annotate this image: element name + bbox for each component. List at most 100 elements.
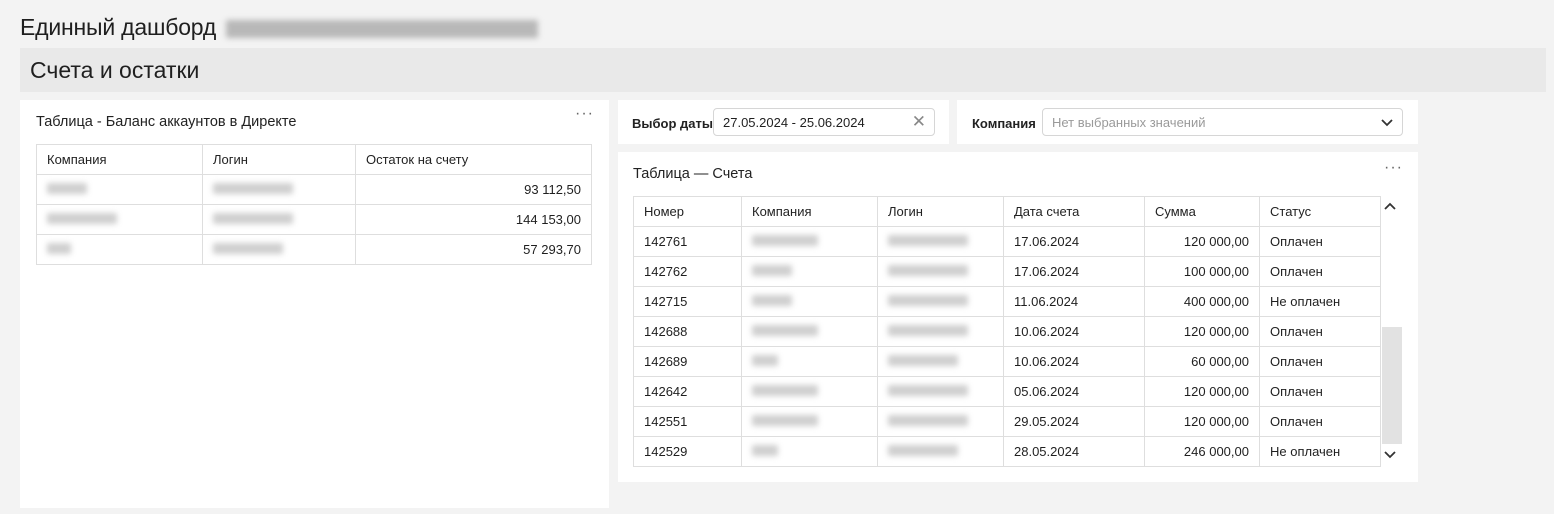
redacted-company	[752, 265, 792, 276]
login-cell	[877, 286, 1004, 317]
login-cell	[877, 376, 1004, 407]
section-title: Счета и остатки	[30, 56, 200, 83]
column-header-number[interactable]: Номер	[633, 196, 742, 227]
company-cell	[741, 406, 878, 437]
column-header-login[interactable]: Логин	[202, 144, 356, 175]
date-cell: 10.06.2024	[1003, 346, 1145, 377]
invoices-table-title: Таблица — Счета	[633, 166, 753, 182]
more-dots-icon[interactable]: ···	[575, 106, 594, 122]
table-row: 93 112,50	[36, 174, 592, 205]
company-cell	[741, 226, 878, 257]
date-cell: 17.06.2024	[1003, 256, 1145, 287]
chevron-up-icon[interactable]	[1383, 201, 1397, 211]
redacted-login	[888, 265, 968, 276]
table-row: 142642 05.06.2024 120 000,00 Оплачен	[633, 376, 1381, 407]
amount-cell: 60 000,00	[1144, 346, 1260, 377]
amount-cell: 120 000,00	[1144, 406, 1260, 437]
company-cell	[36, 174, 203, 205]
login-cell	[877, 406, 1004, 437]
table-header-row: Номер Компания Логин Дата счета Сумма Ст…	[633, 196, 1381, 227]
redacted-login	[213, 213, 293, 224]
balance-cell: 57 293,70	[355, 234, 592, 265]
date-range-value: 27.05.2024 - 25.06.2024	[723, 114, 865, 130]
redacted-company	[47, 213, 117, 224]
amount-cell: 246 000,00	[1144, 436, 1260, 467]
login-cell	[202, 174, 356, 205]
redacted-company	[752, 415, 818, 426]
column-header-amount[interactable]: Сумма	[1144, 196, 1260, 227]
login-cell	[202, 204, 356, 235]
balance-cell: 144 153,00	[355, 204, 592, 235]
redacted-company	[47, 183, 87, 194]
date-cell: 17.06.2024	[1003, 226, 1145, 257]
redacted-login	[888, 325, 968, 336]
redacted-login	[888, 355, 958, 366]
status-cell: Оплачен	[1259, 256, 1381, 287]
table-row: 142761 17.06.2024 120 000,00 Оплачен	[633, 226, 1381, 257]
invoices-table: Номер Компания Логин Дата счета Сумма Ст…	[633, 196, 1381, 467]
amount-cell: 120 000,00	[1144, 376, 1260, 407]
status-cell: Оплачен	[1259, 316, 1381, 347]
column-header-company[interactable]: Компания	[36, 144, 203, 175]
login-cell	[877, 256, 1004, 287]
status-cell: Оплачен	[1259, 376, 1381, 407]
redacted-domain	[226, 19, 539, 38]
date-cell: 10.06.2024	[1003, 316, 1145, 347]
amount-cell: 400 000,00	[1144, 286, 1260, 317]
company-cell	[741, 286, 878, 317]
balance-table-title: Таблица - Баланс аккаунтов в Директе	[36, 114, 297, 130]
redacted-login	[888, 385, 968, 396]
redacted-company	[752, 325, 818, 336]
redacted-login	[888, 295, 968, 306]
column-header-date[interactable]: Дата счета	[1003, 196, 1145, 227]
number-cell: 142529	[633, 436, 742, 467]
chevron-down-icon[interactable]	[1383, 450, 1397, 460]
table-row: 142529 28.05.2024 246 000,00 Не оплачен	[633, 436, 1381, 467]
number-cell: 142762	[633, 256, 742, 287]
column-header-balance[interactable]: Остаток на счету	[355, 144, 592, 175]
table-row: 142551 29.05.2024 120 000,00 Оплачен	[633, 406, 1381, 437]
status-cell: Оплачен	[1259, 346, 1381, 377]
invoices-widget: Таблица — Счета ··· Номер Компания Логин…	[618, 152, 1418, 482]
vertical-scrollbar[interactable]	[1382, 327, 1402, 445]
number-cell: 142689	[633, 346, 742, 377]
section-header: Счета и остатки	[20, 48, 1546, 92]
redacted-company	[752, 235, 818, 246]
redacted-company	[752, 445, 778, 456]
redacted-company	[752, 355, 778, 366]
login-cell	[877, 316, 1004, 347]
redacted-login	[888, 415, 968, 426]
date-range-input[interactable]: 27.05.2024 - 25.06.2024 ✕	[713, 108, 935, 136]
login-cell	[202, 234, 356, 265]
amount-cell: 120 000,00	[1144, 226, 1260, 257]
status-cell: Не оплачен	[1259, 286, 1381, 317]
close-icon[interactable]: ✕	[912, 112, 926, 132]
column-header-company[interactable]: Компания	[741, 196, 878, 227]
redacted-login	[888, 235, 968, 246]
scrollbar-thumb[interactable]	[1382, 327, 1402, 444]
number-cell: 142688	[633, 316, 742, 347]
status-cell: Не оплачен	[1259, 436, 1381, 467]
company-cell	[741, 346, 878, 377]
date-filter-widget: Выбор даты 27.05.2024 - 25.06.2024 ✕	[618, 100, 949, 144]
company-filter-widget: Компания Нет выбранных значений	[957, 100, 1418, 144]
table-row: 142689 10.06.2024 60 000,00 Оплачен	[633, 346, 1381, 377]
redacted-login	[213, 243, 283, 254]
table-row: 142762 17.06.2024 100 000,00 Оплачен	[633, 256, 1381, 287]
company-select[interactable]: Нет выбранных значений	[1042, 108, 1403, 136]
table-row: 57 293,70	[36, 234, 592, 265]
company-cell	[741, 256, 878, 287]
table-row: 144 153,00	[36, 204, 592, 235]
page-title: Единный дашборд	[20, 14, 539, 41]
chevron-down-icon[interactable]	[1380, 115, 1394, 129]
number-cell: 142761	[633, 226, 742, 257]
balance-widget: Таблица - Баланс аккаунтов в Директе ···…	[20, 100, 609, 508]
column-header-login[interactable]: Логин	[877, 196, 1004, 227]
more-dots-icon[interactable]: ···	[1384, 160, 1403, 176]
column-header-status[interactable]: Статус	[1259, 196, 1381, 227]
company-select-placeholder: Нет выбранных значений	[1052, 114, 1206, 130]
date-cell: 29.05.2024	[1003, 406, 1145, 437]
company-cell	[741, 316, 878, 347]
login-cell	[877, 226, 1004, 257]
amount-cell: 120 000,00	[1144, 316, 1260, 347]
